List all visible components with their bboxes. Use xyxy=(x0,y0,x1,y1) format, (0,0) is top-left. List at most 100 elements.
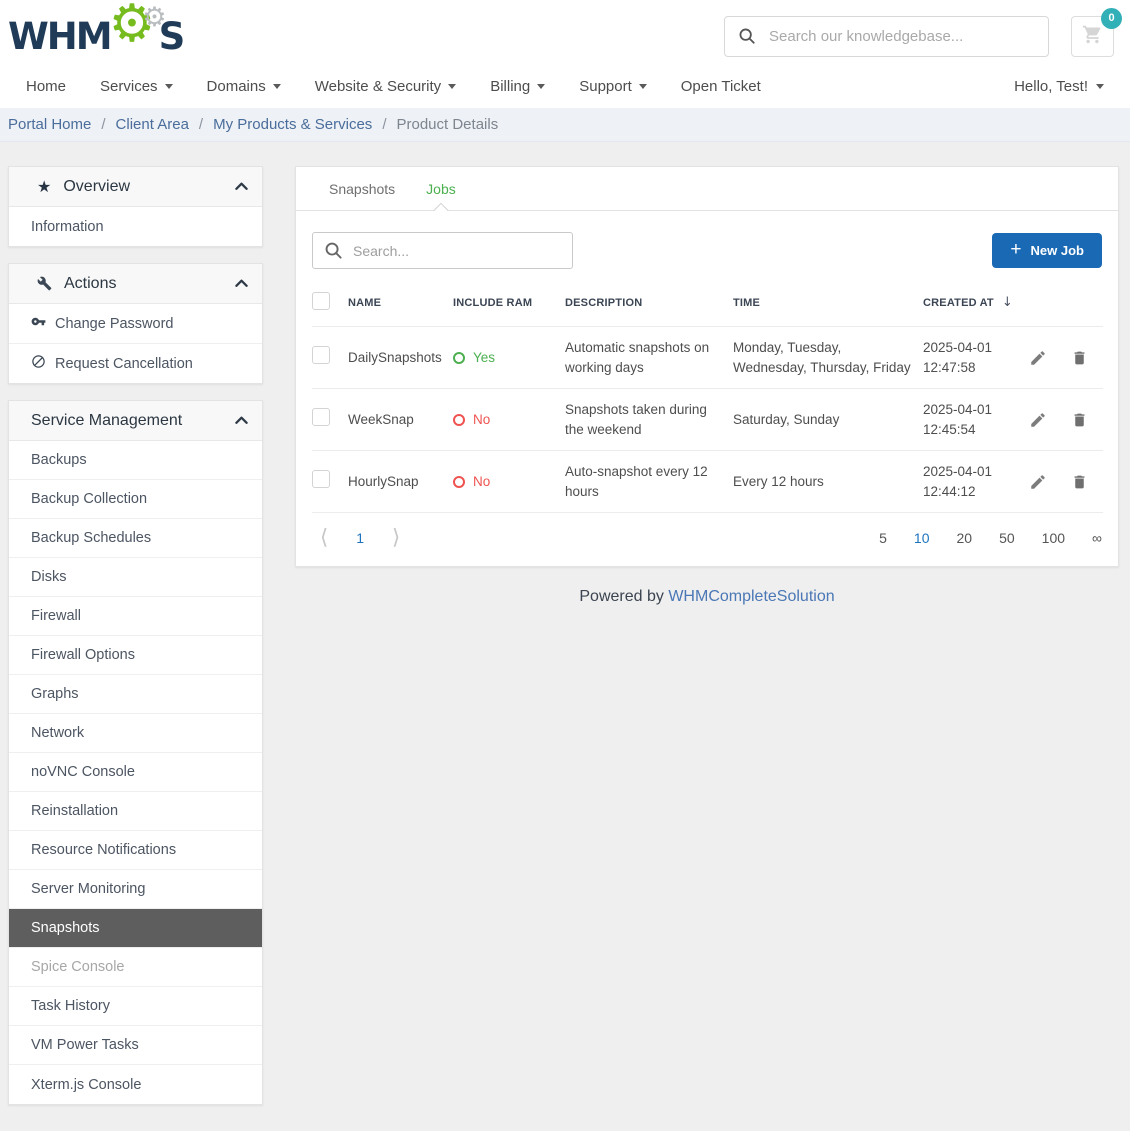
sidebar-item-information[interactable]: Information xyxy=(9,207,262,246)
page-size-5[interactable]: 5 xyxy=(879,530,887,546)
new-job-button[interactable]: + New Job xyxy=(992,233,1102,268)
page-size-100[interactable]: 100 xyxy=(1042,530,1065,546)
cart-button[interactable]: 0 xyxy=(1071,16,1114,57)
column-header-created-at[interactable]: CREATED AT↓ xyxy=(923,279,1027,327)
nav-item-support[interactable]: Support xyxy=(579,78,647,95)
page-size-10[interactable]: 10 xyxy=(914,530,930,546)
nav-item-home[interactable]: Home xyxy=(26,78,66,95)
key-icon xyxy=(31,314,46,333)
nav-item-website-security[interactable]: Website & Security xyxy=(315,78,456,95)
sidebar-item-vm-power-tasks[interactable]: VM Power Tasks xyxy=(9,1026,262,1065)
powered-by-text: Powered by xyxy=(579,588,664,605)
table-search-input[interactable] xyxy=(312,232,573,269)
sidebar-item-label: Network xyxy=(31,725,84,741)
next-page-button[interactable]: ⟩ xyxy=(392,527,400,548)
job-name: DailySnapshots xyxy=(348,327,453,389)
knowledgebase-search-input[interactable] xyxy=(724,16,1049,57)
sidebar-item-label: Disks xyxy=(31,569,66,585)
job-time: Monday, Tuesday, Wednesday, Thursday, Fr… xyxy=(733,327,923,389)
nav-item-open-ticket[interactable]: Open Ticket xyxy=(681,78,761,95)
gear-icon: ⚙ ⚙ xyxy=(111,10,161,62)
page-size-options: 5 10 20 50 100 ∞ xyxy=(879,530,1102,546)
sidebar-item-spice-console[interactable]: Spice Console xyxy=(9,948,262,987)
panel-header-actions[interactable]: Actions xyxy=(9,264,262,304)
nav-item-services[interactable]: Services xyxy=(100,78,173,95)
account-menu[interactable]: Hello, Test! xyxy=(1014,78,1104,95)
sidebar-item-firewall[interactable]: Firewall xyxy=(9,597,262,636)
sidebar-item-label: Information xyxy=(31,219,104,235)
column-header-time[interactable]: TIME xyxy=(733,279,923,327)
chevron-up-icon[interactable] xyxy=(235,178,248,196)
table-row: DailySnapshotsYesAutomatic snapshots on … xyxy=(312,327,1103,389)
sidebar-item-backups[interactable]: Backups xyxy=(9,441,262,480)
status-ring-icon xyxy=(453,352,465,364)
jobs-card: Snapshots Jobs + New Job NAMEINCLUDE RAM xyxy=(295,166,1119,567)
job-description: Auto-snapshot every 12 hours xyxy=(565,451,733,513)
include-ram-value: No xyxy=(453,474,490,489)
page-size-20[interactable]: 20 xyxy=(957,530,973,546)
panel-header-overview[interactable]: ★Overview xyxy=(9,167,262,207)
toolbar: + New Job xyxy=(312,232,1102,269)
prev-page-button[interactable]: ⟨ xyxy=(320,527,328,548)
jobs-table: NAMEINCLUDE RAMDESCRIPTIONTIMECREATED AT… xyxy=(312,279,1103,513)
sidebar-item-task-history[interactable]: Task History xyxy=(9,987,262,1026)
breadcrumb-item-portal-home[interactable]: Portal Home xyxy=(8,116,91,133)
sidebar-item-network[interactable]: Network xyxy=(9,714,262,753)
row-checkbox[interactable] xyxy=(312,470,330,488)
sidebar-item-backup-collection[interactable]: Backup Collection xyxy=(9,480,262,519)
cart-icon xyxy=(1082,24,1103,48)
row-checkbox[interactable] xyxy=(312,346,330,364)
whmcs-logo[interactable]: WHM ⚙ ⚙ S xyxy=(8,10,183,62)
breadcrumb-separator: / xyxy=(382,116,386,133)
edit-job-button[interactable] xyxy=(1027,347,1049,369)
sidebar-item-graphs[interactable]: Graphs xyxy=(9,675,262,714)
sidebar-item-disks[interactable]: Disks xyxy=(9,558,262,597)
table-row: HourlySnapNoAuto-snapshot every 12 hours… xyxy=(312,451,1103,513)
sidebar-item-reinstallation[interactable]: Reinstallation xyxy=(9,792,262,831)
page-size-all[interactable]: ∞ xyxy=(1092,530,1102,546)
include-ram-value: Yes xyxy=(453,350,495,365)
nav-item-label: Support xyxy=(579,78,632,95)
nav-item-label: Billing xyxy=(490,78,530,95)
search-icon xyxy=(738,27,756,50)
current-page[interactable]: 1 xyxy=(356,530,364,546)
breadcrumb-item-my-products-services[interactable]: My Products & Services xyxy=(213,116,372,133)
sidebar-item-change-password[interactable]: Change Password xyxy=(9,304,262,344)
tab-snapshots[interactable]: Snapshots xyxy=(329,167,395,210)
chevron-up-icon[interactable] xyxy=(235,412,248,430)
edit-job-button[interactable] xyxy=(1027,471,1049,493)
sort-desc-icon[interactable]: ↓ xyxy=(1002,295,1013,310)
breadcrumb-item-client-area[interactable]: Client Area xyxy=(116,116,189,133)
sidebar-item-label: Firewall xyxy=(31,608,81,624)
include-ram-value: No xyxy=(453,412,490,427)
sidebar-item-request-cancellation[interactable]: Request Cancellation xyxy=(9,344,262,383)
sidebar-item-firewall-options[interactable]: Firewall Options xyxy=(9,636,262,675)
sidebar-item-novnc-console[interactable]: noVNC Console xyxy=(9,753,262,792)
chevron-up-icon[interactable] xyxy=(235,275,248,293)
tab-jobs[interactable]: Jobs xyxy=(426,167,456,210)
delete-job-button[interactable] xyxy=(1069,347,1090,369)
page-size-50[interactable]: 50 xyxy=(999,530,1015,546)
column-header-description[interactable]: DESCRIPTION xyxy=(565,279,733,327)
jobs-table-body: DailySnapshotsYesAutomatic snapshots on … xyxy=(312,327,1103,513)
sidebar-item-backup-schedules[interactable]: Backup Schedules xyxy=(9,519,262,558)
panel-header-service-management[interactable]: Service Management xyxy=(9,401,262,441)
column-header-name[interactable]: NAME xyxy=(348,279,453,327)
whmcompletesolution-link[interactable]: WHMCompleteSolution xyxy=(668,588,834,605)
column-header-include-ram[interactable]: INCLUDE RAM xyxy=(453,279,565,327)
sidebar-item-label: Backup Schedules xyxy=(31,530,151,546)
sidebar-panel-overview: ★Overview Information xyxy=(8,166,263,247)
sidebar-item-resource-notifications[interactable]: Resource Notifications xyxy=(9,831,262,870)
delete-job-button[interactable] xyxy=(1069,409,1090,431)
star-icon: ★ xyxy=(37,179,51,195)
nav-item-domains[interactable]: Domains xyxy=(207,78,281,95)
select-all-checkbox[interactable] xyxy=(312,292,330,310)
sidebar-item-snapshots[interactable]: Snapshots xyxy=(9,909,262,948)
row-checkbox[interactable] xyxy=(312,408,330,426)
jobs-table-head: NAMEINCLUDE RAMDESCRIPTIONTIMECREATED AT… xyxy=(312,279,1103,327)
delete-job-button[interactable] xyxy=(1069,471,1090,493)
nav-item-billing[interactable]: Billing xyxy=(490,78,545,95)
edit-job-button[interactable] xyxy=(1027,409,1049,431)
main-column: Snapshots Jobs + New Job NAMEINCLUDE RAM xyxy=(295,166,1119,1121)
sidebar-item-server-monitoring[interactable]: Server Monitoring xyxy=(9,870,262,909)
